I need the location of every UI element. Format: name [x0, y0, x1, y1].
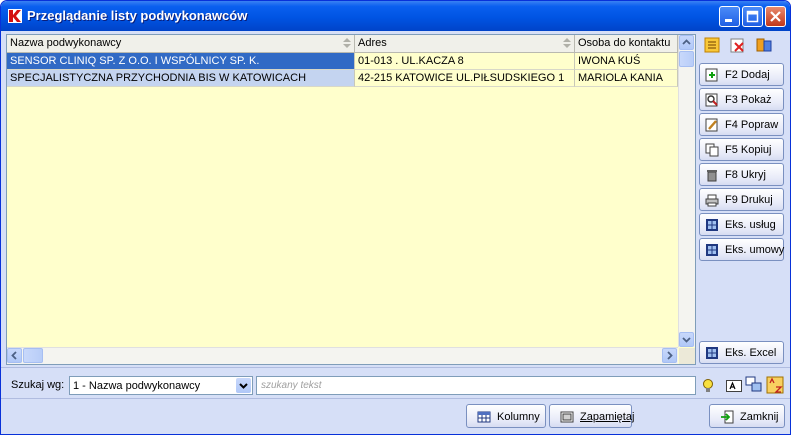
chevron-right-icon [667, 351, 673, 360]
close-button[interactable]: Zamknij [709, 404, 785, 428]
close-button-label: Zamknij [740, 411, 779, 423]
scroll-thumb[interactable] [23, 348, 43, 363]
search-input[interactable]: szukany tekst [256, 376, 696, 395]
search-bar: Szukaj wg: 1 - Nazwa podwykonawcy szukan… [1, 367, 790, 398]
text-size-icon[interactable] [726, 380, 742, 392]
search-field-select[interactable]: 1 - Nazwa podwykonawcy [69, 376, 253, 395]
sort-arrows-icon [563, 38, 571, 48]
lightbulb-icon[interactable] [701, 378, 715, 394]
list-view-icon[interactable] [703, 36, 721, 54]
export-services-label: Eks. usług [725, 219, 776, 231]
close-icon [770, 11, 781, 22]
scroll-thumb[interactable] [679, 51, 694, 67]
cell-address[interactable]: 42-215 KATOWICE UL.PIŁSUDSKIEGO 1 [355, 70, 575, 87]
column-header-label: Osoba do kontaktu [578, 37, 671, 49]
grid-header: Nazwa podwykonawcy Adres Osoba do kontak… [7, 35, 678, 53]
add-icon [705, 68, 718, 82]
search-field-value: 1 - Nazwa podwykonawcy [73, 380, 201, 392]
scroll-right-button[interactable] [662, 348, 677, 363]
print-button[interactable]: F9 Drukuj [699, 188, 784, 211]
scroll-corner [679, 348, 695, 364]
remember-button-text: Zapamiętaj [580, 411, 635, 423]
printer-icon [705, 194, 719, 207]
edit-icon [705, 118, 718, 132]
export-contract-button[interactable]: Eks. umowy [699, 238, 784, 261]
export-icon [706, 219, 718, 231]
close-window-button[interactable] [765, 6, 786, 27]
edit-button-label: F4 Popraw [725, 119, 779, 131]
column-header-label: Adres [358, 37, 387, 49]
chevron-up-icon [682, 39, 691, 45]
cell-address[interactable]: 01-013 . UL.KACZA 8 [355, 53, 575, 70]
cell-contact[interactable]: MARIOLA KANIA [575, 70, 678, 87]
windows-arrange-icon[interactable] [745, 376, 763, 394]
column-header-contact[interactable]: Osoba do kontaktu [575, 35, 678, 52]
save-layout-icon [560, 411, 574, 423]
minimize-button[interactable] [719, 6, 740, 27]
column-header-name[interactable]: Nazwa podwykonawcy [7, 35, 355, 52]
copy-button[interactable]: F5 Kopiuj [699, 138, 784, 161]
search-label: Szukaj wg: [11, 379, 65, 391]
column-header-address[interactable]: Adres [355, 35, 575, 52]
sort-arrows-icon [343, 38, 351, 48]
app-logo-icon [8, 9, 22, 23]
trash-icon [707, 170, 717, 182]
window-title: Przeglądanie listy podwykonawców [27, 8, 248, 23]
export-icon [706, 244, 718, 256]
export-services-button[interactable]: Eks. usług [699, 213, 784, 236]
scroll-left-button[interactable] [7, 348, 22, 363]
sort-az-icon[interactable] [766, 376, 784, 394]
scroll-up-button[interactable] [679, 35, 694, 50]
columns-button[interactable]: Kolumny [466, 404, 546, 428]
cell-name[interactable]: SPECJALISTYCZNA PRZYCHODNIA BIS W KATOWI… [7, 70, 355, 87]
title-bar[interactable]: Przeglądanie listy podwykonawców [1, 1, 790, 31]
column-header-label: Nazwa podwykonawcy [10, 37, 122, 49]
subcontractor-grid[interactable]: Nazwa podwykonawcy Adres Osoba do kontak… [6, 34, 696, 365]
export-excel-label: Eks. Excel [725, 347, 777, 359]
remember-button[interactable]: Zapamiętaj [549, 404, 634, 428]
print-button-label: F9 Drukuj [725, 194, 773, 206]
chevron-down-icon [239, 383, 248, 389]
hide-button-label: F8 Ukryj [725, 169, 766, 181]
add-button[interactable]: F2 Dodaj [699, 63, 784, 86]
hide-button[interactable]: F8 Ukryj [699, 163, 784, 186]
delete-filter-icon[interactable] [729, 36, 747, 54]
bottom-toolbar: Kolumny Zapamiętaj Zamknij [1, 398, 790, 434]
columns-button-label: Kolumny [497, 411, 540, 423]
scroll-down-button[interactable] [679, 332, 694, 347]
filter-options-icon[interactable] [755, 36, 773, 54]
maximize-button[interactable] [742, 6, 763, 27]
excel-export-icon [706, 347, 718, 359]
cell-name[interactable]: SENSOR CLINIQ SP. Z O.O. I WSPÓLNICY SP.… [7, 53, 355, 70]
add-button-label: F2 Dodaj [725, 69, 770, 81]
minimize-icon [725, 19, 732, 22]
main-window: Przeglądanie listy podwykonawców Nazwa p… [0, 0, 791, 435]
export-excel-button[interactable]: Eks. Excel [699, 341, 784, 364]
show-button[interactable]: F3 Pokaż [699, 88, 784, 111]
exit-icon [721, 410, 734, 424]
table-row[interactable]: SPECJALISTYCZNA PRZYCHODNIA BIS W KATOWI… [7, 70, 678, 87]
dropdown-button[interactable] [236, 378, 251, 393]
table-row[interactable]: SENSOR CLINIQ SP. Z O.O. I WSPÓLNICY SP.… [7, 53, 678, 70]
maximize-icon [746, 10, 759, 23]
edit-button[interactable]: F4 Popraw [699, 113, 784, 136]
chevron-left-icon [11, 351, 17, 360]
copy-button-label: F5 Kopiuj [725, 144, 772, 156]
export-contract-label: Eks. umowy [725, 244, 785, 256]
cell-contact[interactable]: IWONA KUŚ [575, 53, 678, 70]
chevron-down-icon [682, 337, 691, 343]
columns-icon [477, 411, 491, 423]
copy-icon [705, 143, 719, 157]
magnifier-icon [705, 93, 718, 107]
show-button-label: F3 Pokaż [725, 94, 772, 106]
remember-button-label: Zapamiętaj [580, 411, 634, 423]
vertical-scrollbar[interactable] [678, 35, 695, 347]
horizontal-scrollbar[interactable] [7, 347, 678, 364]
